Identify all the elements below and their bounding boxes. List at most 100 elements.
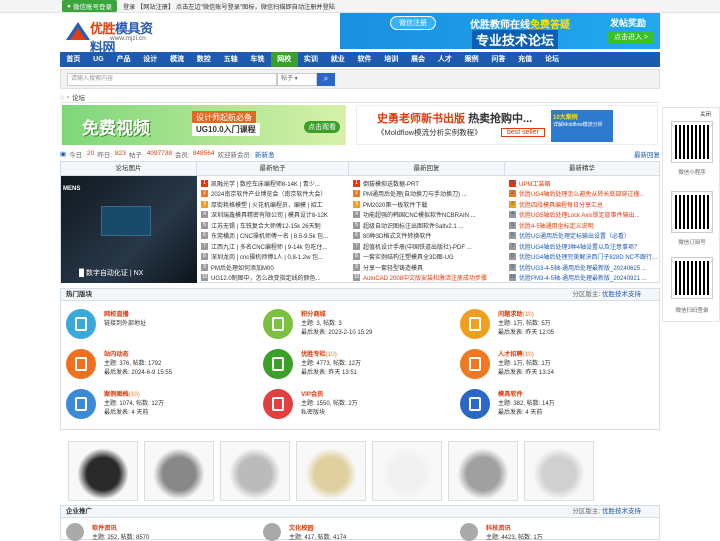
list-item[interactable]: 2 2024南京软件产业博览会（南京软件大会） xyxy=(201,189,349,200)
list-item[interactable]: 1 UPM工装箱 xyxy=(509,178,659,189)
list-item[interactable]: 8 优胜UG4轴后处理完美解决西门子828D NC不跟行... xyxy=(509,252,659,263)
ent-name[interactable]: 文化校园 xyxy=(289,523,346,532)
search-input[interactable]: 请输入搜索内容 xyxy=(67,73,277,86)
ad2-button[interactable]: best seller xyxy=(501,128,545,137)
nav-item[interactable]: 数控 xyxy=(190,52,217,67)
case-thumbnail[interactable] xyxy=(220,441,290,501)
search-scope-select[interactable]: 帖子 ▾ xyxy=(277,73,317,86)
ent-card[interactable]: 科技资讯 主题: 4423, 帖数: 1万 xyxy=(460,523,543,541)
wechat-login-button[interactable]: ● 微信账号登录 xyxy=(62,0,117,12)
list-item[interactable]: 1 倒拔模抑送数据-PRT xyxy=(353,178,505,189)
list-item[interactable]: 9 分享一套轻型铸造模具 xyxy=(353,262,505,273)
list-item[interactable]: 3 优胜四段模具编程每日分享汇总 xyxy=(509,199,659,210)
nav-item[interactable]: 五轴 xyxy=(217,52,244,67)
case-thumbnail[interactable] xyxy=(68,441,138,501)
forum-name[interactable]: 积分商城 xyxy=(301,309,372,318)
case-thumbnail[interactable] xyxy=(524,441,594,501)
sidebar-close[interactable]: 关闭 xyxy=(700,110,711,118)
nav-item[interactable]: UG xyxy=(87,52,110,67)
site-logo[interactable]: 优胜模具资料网 www.mjzl.cn xyxy=(64,16,164,55)
list-item[interactable]: 10 优胜PM3-4-5轴-通用后处理最新版_20240921 ... xyxy=(509,273,659,284)
list-item[interactable]: 9 优胜UG3-4-5轴-通用后处理最新版_20240625 ... xyxy=(509,262,659,273)
forum-name[interactable]: 问题求助(10) xyxy=(498,309,554,318)
forum-name[interactable]: 站内动态 xyxy=(104,349,172,358)
list-item[interactable]: 1 凯融光学 | 数控车床编程师8-14K | 青少... xyxy=(201,178,349,189)
forum-picture[interactable]: MENS █ 数字自动化证 | NX xyxy=(61,176,197,283)
forum-name[interactable]: 案例图档(10) xyxy=(104,389,164,398)
list-item[interactable]: 7 超值机设计手册(中国铁道出版社)-PDF ... xyxy=(353,241,505,252)
search-button[interactable]: ⌕ xyxy=(317,73,335,86)
list-item[interactable]: 2 优胜UG4轴后处理怎么避免从转长底部穿过撞... xyxy=(509,189,659,200)
nav-item[interactable]: 设计 xyxy=(137,52,164,67)
list-item[interactable]: 5 优胜4-5轴通用坐标定义说明 xyxy=(509,220,659,231)
latest-reply-link[interactable]: 最新回复 xyxy=(634,149,660,159)
forum-card[interactable]: 人才招聘(10) 主题: 1万, 帖数: 1万 最后发表: 昨天 13:24 xyxy=(460,349,554,379)
ad1-button[interactable]: 点击观看 xyxy=(304,121,340,133)
list-item[interactable]: 3 PM2020第一板软件下载 xyxy=(353,199,505,210)
list-item[interactable]: 6 80种3D格式文件转换软件 xyxy=(353,231,505,242)
nav-item[interactable]: 就业 xyxy=(324,52,351,67)
nav-item[interactable]: 充值 xyxy=(512,52,539,67)
forum-name[interactable]: 网校直播 xyxy=(104,309,146,318)
list-item[interactable]: 4 功能超强的韩国CNC模拟软件NCBRAIN ... xyxy=(353,210,505,221)
ent-name[interactable]: 软件资讯 xyxy=(92,523,149,532)
list-item[interactable]: 9 PM后处理如何添加M00 xyxy=(201,262,349,273)
ent-mod-name[interactable]: 优胜技术支持 xyxy=(602,508,641,515)
nav-item[interactable]: 问答 xyxy=(485,52,512,67)
ad-new-book[interactable]: 史勇老师新书出版 热卖抢购中... 《Moldflow模流分析实例教程》 bes… xyxy=(356,105,658,145)
nav-item[interactable]: 培训 xyxy=(378,52,405,67)
case-thumbnail[interactable] xyxy=(372,441,442,501)
list-item[interactable]: 6 优胜UG通用后处理定标输出设置（必看） xyxy=(509,231,659,242)
home-icon[interactable]: ⌂ xyxy=(60,94,64,101)
wechat-register-button[interactable]: 微信注册 xyxy=(390,16,436,30)
nav-item[interactable]: 案例 xyxy=(458,52,485,67)
nav-item[interactable]: 首页 xyxy=(60,52,87,67)
list-item[interactable]: 5 超级自动识图标注出图软件Saltv2.1 ... xyxy=(353,220,505,231)
list-item[interactable]: 2 PM通用后处理(自动换刀与手动换刀) ... xyxy=(353,189,505,200)
list-item[interactable]: 4 深圳瑞鑫模具精密有限公司 | 模具设计8-12K xyxy=(201,210,349,221)
nav-item[interactable]: 论坛 xyxy=(539,52,566,67)
nav-item[interactable]: 模流 xyxy=(164,52,191,67)
list-item[interactable]: 6 东莞横沥 | CNC操机师傅一名 | 8.5-9.5k 包... xyxy=(201,231,349,242)
ad-free-video[interactable]: 免费视频 设计师起航必备 UG10.0入门课程 点击观看 xyxy=(62,105,346,145)
nav-item[interactable]: 实训 xyxy=(298,52,325,67)
enter-button[interactable]: 点击进入 > xyxy=(608,31,655,43)
case-thumbnail[interactable] xyxy=(448,441,518,501)
ent-card[interactable]: 软件资讯 主题: 252, 帖数: 8570 xyxy=(66,523,149,541)
forum-card[interactable]: 站内动态 主题: 376, 帖数: 1792 最后发表: 2024-6-9 15:5… xyxy=(66,349,172,379)
list-item[interactable]: 8 深圳龙岗 | cnc操机师傅1人 | 0.8-1.2w 包... xyxy=(201,252,349,263)
nav-item[interactable]: 车铣 xyxy=(244,52,271,67)
forum-name[interactable]: VIP会员 xyxy=(301,389,358,398)
forum-name[interactable]: 人才招聘(10) xyxy=(498,349,554,358)
ent-card[interactable]: 文化校园 主题: 417, 帖数: 4174 xyxy=(263,523,346,541)
header-banner[interactable]: 微信注册 优胜教师在线免费答疑 专业技术论坛 发帖奖励 点击进入 > xyxy=(340,13,660,49)
breadcrumb-item[interactable]: 论坛 xyxy=(72,92,85,102)
forum-card[interactable]: 网校直播 链接到外部地址 xyxy=(66,309,146,339)
case-thumbnail[interactable] xyxy=(144,441,214,501)
list-item[interactable]: 5 江苏无锡 | 车铣复合大师傅12-15k 26天制 xyxy=(201,220,349,231)
nav-item[interactable]: 软件 xyxy=(351,52,378,67)
forum-card[interactable]: 优胜专栏(10) 主题: 4773, 帖数: 12万 最后发表: 昨天 13:51 xyxy=(263,349,361,379)
nav-item[interactable]: 展会 xyxy=(405,52,432,67)
forum-card[interactable]: VIP会员 主题: 1550, 帖数: 2万 私密版块 xyxy=(263,389,358,419)
forum-name[interactable]: 优胜专栏(10) xyxy=(301,349,361,358)
forum-card[interactable]: 模具软件 主题: 382, 帖数: 14万 最后发表: 4 天前 xyxy=(460,389,555,419)
list-item[interactable]: 7 优胜UG4轴后处理3种4轴设置以及注意事项？ xyxy=(509,241,659,252)
list-item[interactable]: 10 AutoCAD 2008中文版安装和激活注册成功步骤 xyxy=(353,273,505,284)
nav-item[interactable]: 产品 xyxy=(110,52,137,67)
stats-new-member[interactable]: 新新渔 xyxy=(255,149,275,159)
forum-card[interactable]: 积分商城 主题: 3, 帖数: 3 最后发表: 2023-2-10 15:29 xyxy=(263,309,372,339)
list-item[interactable]: 10 UG12.0制图中，怎么改变指定线的颜色... xyxy=(201,273,349,284)
forum-name[interactable]: 模具软件 xyxy=(498,389,555,398)
list-item[interactable]: 8 一套实例结构注塑模具全3D图-UG xyxy=(353,252,505,263)
nav-item[interactable]: 人才 xyxy=(431,52,458,67)
list-item[interactable]: 3 厚街耗格模塑 | 火花机编程员，编模 | 招工 xyxy=(201,199,349,210)
forum-card[interactable]: 问题求助(10) 主题: 1万, 帖数: 5万 最后发表: 昨天 12:05 xyxy=(460,309,554,339)
list-item[interactable]: 4 优胜UG5轴后处理Lock Axis锁定旋事件输出... xyxy=(509,210,659,221)
hot-mod-name[interactable]: 优胜技术支持 xyxy=(602,291,641,298)
list-item[interactable]: 7 江西九江 | 多名CNC编程师 | 9-14k 包吃住... xyxy=(201,241,349,252)
forum-card[interactable]: 案例图档(10) 主题: 1074, 帖数: 12万 最后发表: 4 天前 xyxy=(66,389,164,419)
ent-name[interactable]: 科技资讯 xyxy=(486,523,543,532)
nav-item[interactable]: 网校 xyxy=(270,52,298,67)
case-thumbnail[interactable] xyxy=(296,441,366,501)
